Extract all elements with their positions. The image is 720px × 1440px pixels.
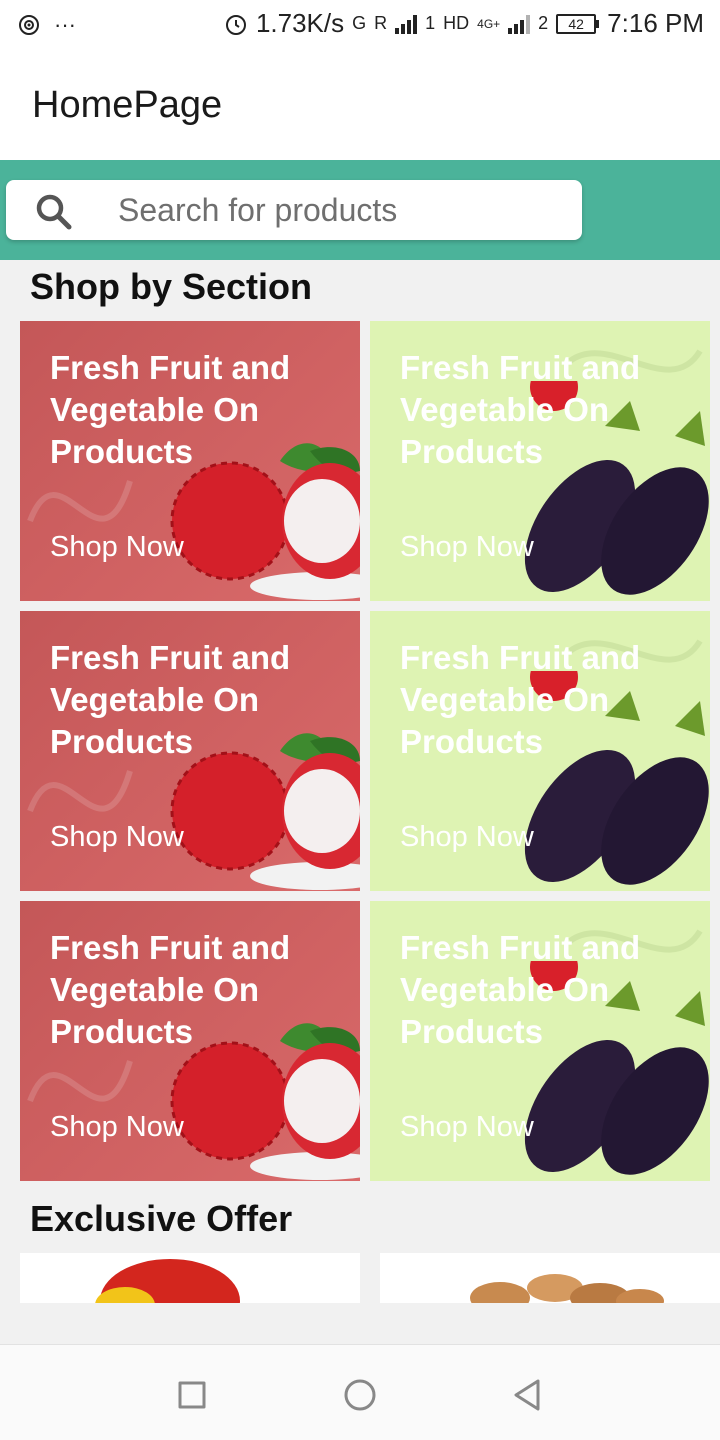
page-title: HomePage <box>32 84 223 126</box>
offer-card-almonds[interactable] <box>380 1253 720 1303</box>
section-tile-eggplant-1[interactable]: Fresh Fruit and Vegetable On Products Sh… <box>370 321 710 601</box>
sim1-roaming: R <box>374 13 388 33</box>
section-tile-eggplant-2[interactable]: Fresh Fruit and Vegetable On Products Sh… <box>370 611 710 891</box>
home-icon[interactable] <box>340 1375 380 1415</box>
back-icon[interactable] <box>508 1375 548 1415</box>
sim2-signal-icon <box>508 14 531 34</box>
section-tile-eggplant-3[interactable]: Fresh Fruit and Vegetable On Products Sh… <box>370 901 710 1181</box>
shop-now-link[interactable]: Shop Now <box>50 821 184 854</box>
sim1-index: 1 <box>425 13 436 33</box>
shop-now-link[interactable]: Shop Now <box>50 531 184 564</box>
tile-headline: Fresh Fruit and Vegetable On Products <box>50 639 291 760</box>
tile-headline: Fresh Fruit and Vegetable On Products <box>400 349 641 470</box>
shop-now-link[interactable]: Shop Now <box>50 1111 184 1144</box>
section-tile-lychee-3[interactable]: Fresh Fruit and Vegetable On Products Sh… <box>20 901 360 1181</box>
status-bar: ··· 1.73K/s G R 1 HD 4G+ 2 42 7:16 PM <box>0 0 720 52</box>
network-type: 4G+ <box>477 16 501 31</box>
recent-apps-icon[interactable] <box>172 1375 212 1415</box>
tile-headline: Fresh Fruit and Vegetable On Products <box>50 349 291 470</box>
network-speed: 1.73K/s <box>255 8 345 38</box>
sim1-signal-icon <box>395 14 418 34</box>
sim2-index: 2 <box>538 13 549 33</box>
shop-now-link[interactable]: Shop Now <box>400 1111 534 1144</box>
shop-now-link[interactable]: Shop Now <box>400 531 534 564</box>
tile-headline: Fresh Fruit and Vegetable On Products <box>50 929 291 1050</box>
more-notifications-icon: ··· <box>54 12 76 37</box>
hotspot-icon <box>19 15 39 35</box>
search-input[interactable] <box>118 190 558 230</box>
search-band <box>0 160 720 260</box>
section-title-exclusive: Exclusive Offer <box>30 1198 293 1239</box>
section-tile-lychee-1[interactable]: Fresh Fruit and Vegetable On Products Sh… <box>20 321 360 601</box>
tile-headline: Fresh Fruit and Vegetable On Products <box>400 929 641 1050</box>
clock: 7:16 PM <box>607 8 704 38</box>
hd-indicator: HD <box>443 13 470 33</box>
battery-level: 42 <box>556 13 597 34</box>
system-nav-bar <box>0 1344 720 1440</box>
offer-card-bell-pepper[interactable] <box>20 1253 360 1303</box>
app-bar: HomePage <box>0 52 720 160</box>
search-icon[interactable] <box>34 192 74 232</box>
battery-icon: 42 <box>556 13 600 34</box>
bell-pepper-image <box>95 1259 240 1303</box>
shop-now-link[interactable]: Shop Now <box>400 821 534 854</box>
tile-headline: Fresh Fruit and Vegetable On Products <box>400 639 641 760</box>
section-title-shop: Shop by Section <box>30 266 313 307</box>
search-box[interactable] <box>6 180 582 240</box>
almonds-image <box>470 1274 664 1303</box>
alarm-icon <box>225 14 246 35</box>
sim1-type: G <box>352 13 367 33</box>
section-tile-lychee-2[interactable]: Fresh Fruit and Vegetable On Products Sh… <box>20 611 360 891</box>
